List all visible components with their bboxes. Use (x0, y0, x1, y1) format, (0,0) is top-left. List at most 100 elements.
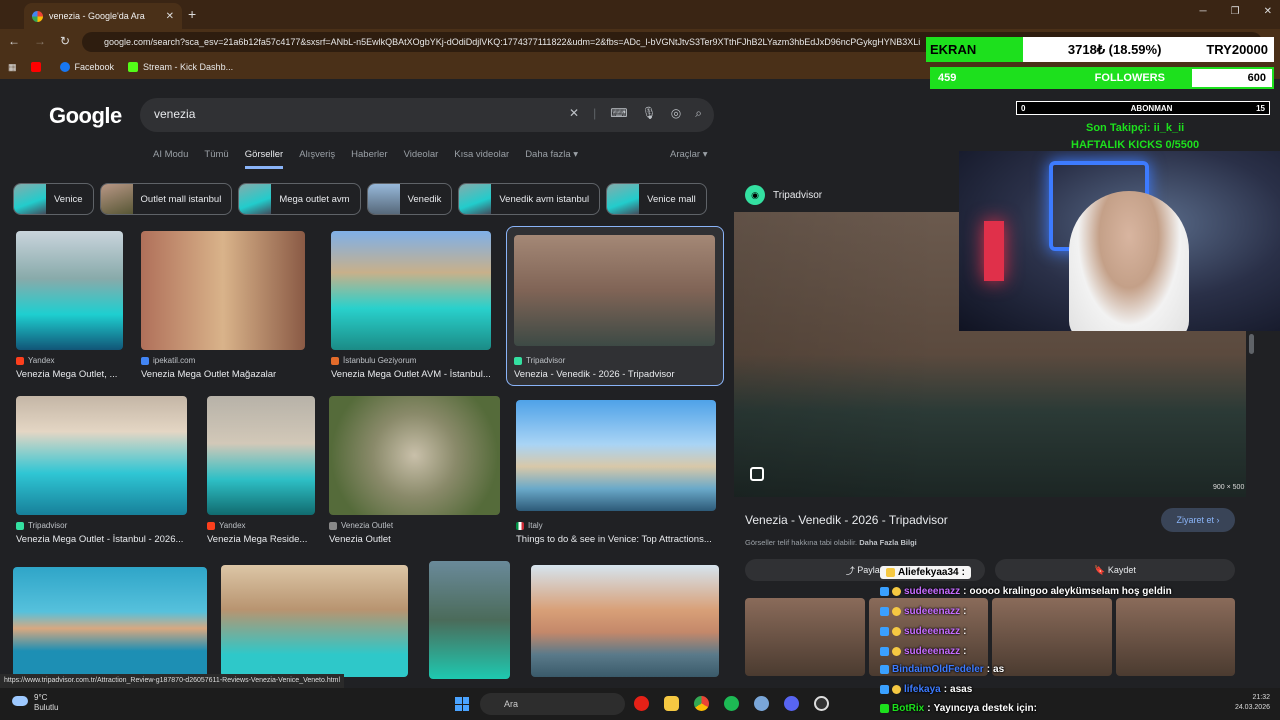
bookmark-kick[interactable]: Stream - Kick Dashb... (128, 62, 233, 72)
result-caption: Venezia - Venedik - 2026 - Tripadvisor (514, 369, 675, 380)
chip-venice-mall[interactable]: Venice mall (606, 183, 707, 215)
discord-icon[interactable] (784, 696, 799, 711)
subs-target: 15 (1256, 103, 1265, 113)
tab-more[interactable]: Daha fazla ▾ (525, 149, 578, 169)
share-icon: ⤴ (845, 565, 858, 576)
goal-value: 3718₺ (18.59%) (1067, 41, 1162, 57)
source-favicon-icon (207, 521, 215, 530)
bookmark-youtube[interactable] (30, 62, 46, 72)
badge-icon (880, 607, 889, 616)
chip-venedik[interactable]: Venedik (366, 183, 453, 215)
search-icon[interactable]: ⌕ (695, 106, 702, 121)
apps-icon[interactable]: ▦ (8, 62, 17, 73)
followers-label: FOLLOWERS (1094, 72, 1165, 84)
chat-message: BotRix: Yayıncıya destek için: (880, 703, 1037, 714)
subs-label: ABONMAN (1130, 103, 1173, 113)
chip-outlet-mall-istanbul[interactable]: Outlet mall istanbul (99, 183, 233, 215)
badge-icon (892, 647, 901, 656)
badge-icon (880, 647, 889, 656)
badge-icon (880, 627, 889, 636)
weather-widget[interactable]: 9°C Bulutlu (12, 693, 58, 713)
taskbar-search[interactable]: Ara (480, 693, 625, 715)
tab-news[interactable]: Haberler (351, 149, 387, 169)
search-box[interactable]: venezia ✕ | ⌨ 🎙 ◎ ⌕ (140, 98, 714, 132)
related-image[interactable] (745, 598, 865, 676)
spotify-icon[interactable] (724, 696, 739, 711)
chrome-icon[interactable] (694, 696, 709, 711)
minimize-icon[interactable]: ─ (1200, 6, 1207, 17)
keyboard-icon[interactable]: ⌨ (610, 106, 627, 121)
close-window-icon[interactable]: ✕ (1264, 6, 1272, 17)
chip-venedik-avm-istanbul[interactable]: Venedik avm istanbul (458, 183, 601, 215)
youtube-music-icon[interactable] (634, 696, 649, 711)
badge-icon (886, 568, 895, 577)
kick-icon (128, 62, 139, 72)
search-input[interactable]: venezia (154, 107, 195, 121)
subs-current: 0 (1021, 103, 1026, 113)
tab-all[interactable]: Tümü (204, 149, 228, 169)
chip-venice[interactable]: Venice (13, 183, 94, 215)
chat-message: BindaimOldFedeler: as (880, 664, 1004, 675)
new-tab-icon[interactable]: + (188, 6, 196, 22)
last-follower: Son Takipçi: ii_k_ii (1086, 122, 1185, 134)
search-tabs: AI Modu Tümü Görseller Alışveriş Haberle… (153, 149, 578, 169)
panel-source[interactable]: ◉ Tripadvisor (745, 185, 822, 205)
result-image (514, 235, 715, 346)
tab-shopping[interactable]: Alışveriş (299, 149, 335, 169)
followers-current: 459 (938, 72, 957, 84)
result-image (531, 565, 719, 677)
result-image (16, 231, 123, 350)
gpu-donation-goal: EKRAN KARTI 3718₺ (18.59%) TRY20000 (926, 37, 1274, 82)
window-controls: ─ ❐ ✕ (1200, 6, 1272, 17)
tripadvisor-icon: ◉ (745, 185, 765, 205)
result-caption: Venezia Mega Outlet, ... (16, 369, 118, 380)
more-info-link[interactable]: Daha Fazla Bilgi (859, 538, 917, 547)
windows-start-icon[interactable] (455, 697, 469, 711)
result-image (207, 396, 315, 515)
badge-icon (880, 685, 889, 694)
source-favicon-icon (329, 521, 337, 530)
back-icon[interactable]: ← (8, 34, 20, 48)
subscribers-goal: 0 ABONMAN 15 (1016, 101, 1270, 115)
reload-icon[interactable]: ↻ (60, 34, 70, 48)
chat-message: sudeeenazz: (880, 646, 966, 657)
obs-icon[interactable] (814, 696, 829, 711)
close-tab-icon[interactable]: ✕ (166, 11, 174, 22)
google-lens-icon[interactable] (750, 467, 764, 481)
settings-icon[interactable] (754, 696, 769, 711)
tab-images[interactable]: Görseller (244, 149, 284, 169)
visit-button[interactable]: Ziyaret et › (1161, 508, 1235, 532)
streamer (1069, 191, 1189, 331)
taskbar-apps (634, 696, 829, 711)
tab-ai-mode[interactable]: AI Modu (153, 149, 188, 169)
search-actions: ✕ | ⌨ 🎙 ◎ ⌕ (569, 106, 702, 121)
tab-videos[interactable]: Videolar (404, 149, 439, 169)
facebook-icon (59, 62, 70, 72)
result-caption: Venezia Mega Outlet Mağazalar (141, 369, 277, 380)
goal-target: TRY20000 (1206, 42, 1268, 57)
followers-goal: 459 FOLLOWERS 600 (930, 67, 1274, 89)
microphone-icon[interactable]: 🎙 (642, 106, 657, 121)
source-favicon-icon (16, 356, 24, 365)
chip-mega-outlet-avm[interactable]: Mega outlet avm (238, 183, 361, 215)
panel-scrollbar[interactable] (1249, 334, 1254, 354)
clear-icon[interactable]: ✕ (569, 106, 579, 121)
nav-buttons: ← → ↻ (8, 34, 70, 48)
browser-tab[interactable]: venezia - Google'da Ara ✕ (24, 3, 182, 29)
folder-icon[interactable] (664, 696, 679, 711)
result-image (16, 396, 187, 515)
cloud-icon (12, 696, 28, 706)
result-caption: Things to do & see in Venice: Top Attrac… (516, 534, 712, 545)
forward-icon[interactable]: → (34, 34, 46, 48)
bookmark-facebook[interactable]: Facebook (59, 62, 114, 72)
youtube-icon (30, 62, 41, 72)
panel-title[interactable]: Venezia - Venedik - 2026 - Tripadvisor (745, 513, 948, 527)
google-logo[interactable]: Google (49, 103, 122, 129)
bot-badge-icon (880, 704, 889, 713)
tab-short-videos[interactable]: Kısa videolar (454, 149, 509, 169)
webcam-feed (959, 151, 1280, 331)
badge-icon (880, 587, 889, 596)
lens-icon[interactable]: ◎ (671, 106, 681, 121)
maximize-icon[interactable]: ❐ (1231, 6, 1240, 17)
tools-button[interactable]: Araçlar ▾ (670, 149, 708, 160)
